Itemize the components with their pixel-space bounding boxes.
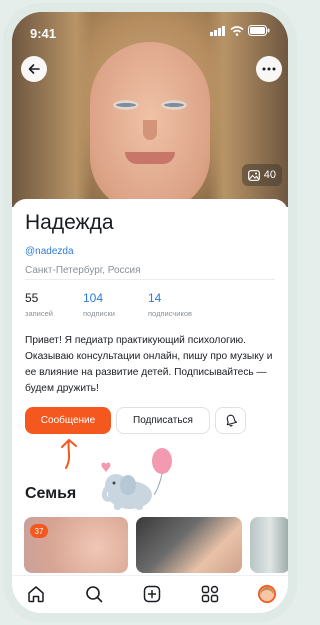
- stat-followers-value: 14: [148, 291, 162, 305]
- tab-search[interactable]: [83, 583, 105, 605]
- stat-posts[interactable]: 55 записей: [25, 291, 53, 318]
- profile-name: Надежда: [25, 211, 114, 234]
- tab-home[interactable]: [25, 583, 47, 605]
- status-icons: [210, 25, 270, 36]
- profile-location: Санкт-Петербург, Россия: [25, 265, 141, 276]
- signal-icon: [210, 25, 225, 36]
- photo-count-value: 40: [263, 169, 276, 181]
- elephant-balloon-sticker: [101, 448, 172, 510]
- family-photo-2[interactable]: [136, 517, 242, 573]
- tile-count-badge: 37: [30, 524, 48, 538]
- photo-count-badge[interactable]: 40: [241, 164, 282, 186]
- more-button[interactable]: [256, 56, 282, 82]
- divider: [25, 279, 275, 280]
- tab-add[interactable]: [141, 583, 163, 605]
- section-title: Семья: [25, 485, 77, 502]
- stat-followers[interactable]: 14 подписчиков: [148, 291, 192, 318]
- stat-following-label: подписки: [83, 309, 115, 318]
- more-dots-icon: [262, 67, 276, 71]
- add-icon: [143, 585, 161, 603]
- back-button[interactable]: [21, 56, 47, 82]
- profile-bio: Привет! Я педиатр практикующий психологи…: [25, 335, 273, 394]
- home-icon: [28, 586, 44, 603]
- phone-frame: 9:41 40 Надежда @nadezda Санкт-Петербург…: [3, 3, 297, 622]
- image-icon: [247, 169, 260, 181]
- subscribe-button[interactable]: Подписаться: [116, 407, 210, 434]
- bell-icon: [226, 414, 237, 427]
- stat-followers-label: подписчиков: [148, 309, 192, 318]
- profile-handle[interactable]: @nadezda: [25, 246, 74, 257]
- wifi-icon: [230, 25, 244, 36]
- profile-avatar-icon: [258, 585, 276, 603]
- family-photo-3[interactable]: [250, 517, 288, 573]
- stat-following[interactable]: 104 подписки: [83, 291, 115, 318]
- apps-icon: [201, 585, 219, 603]
- battery-icon: [248, 25, 270, 36]
- stat-following-value: 104: [83, 291, 104, 305]
- screen: 9:41 40 Надежда @nadezda Санкт-Петербург…: [12, 12, 288, 613]
- profile-card: Надежда @nadezda Санкт-Петербург, Россия…: [12, 199, 288, 613]
- stat-posts-label: записей: [25, 309, 53, 318]
- tab-apps[interactable]: [199, 583, 221, 605]
- stat-posts-value: 55: [25, 291, 39, 305]
- tab-profile[interactable]: [256, 583, 278, 605]
- hint-arrow-icon: [61, 439, 77, 469]
- bottom-tab-bar: [12, 575, 288, 613]
- search-icon: [86, 586, 103, 603]
- status-time: 9:41: [30, 26, 57, 41]
- back-arrow-icon: [28, 64, 40, 74]
- message-button[interactable]: Сообщение: [25, 407, 111, 434]
- profile-cover-photo[interactable]: 9:41 40: [12, 12, 288, 212]
- notifications-button[interactable]: [215, 407, 246, 434]
